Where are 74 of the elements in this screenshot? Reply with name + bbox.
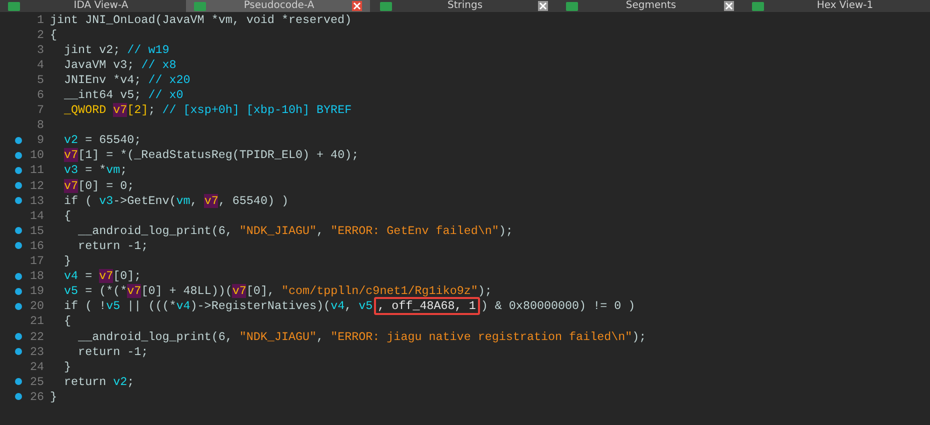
- code-line: {: [49, 28, 58, 42]
- code-line: v4 = v7[0];: [63, 269, 142, 284]
- line-number: 22: [28, 330, 45, 344]
- tab-icon: [752, 2, 764, 10]
- tab-icon: [194, 2, 206, 10]
- breakpoint-dot[interactable]: [15, 227, 22, 234]
- breakpoint-dot[interactable]: [15, 166, 22, 174]
- line-number: 13: [28, 194, 45, 208]
- breakpoint-dot[interactable]: [15, 393, 22, 400]
- line-number: 4: [36, 58, 45, 72]
- line-number: 25: [28, 374, 45, 389]
- line-number: 21: [28, 314, 45, 328]
- code-line: __int64 v5; // x0: [63, 88, 184, 102]
- code-line: }: [63, 360, 72, 374]
- close-icon[interactable]: [724, 1, 734, 11]
- breakpoint-dot[interactable]: [15, 182, 22, 190]
- tab-icon: [566, 2, 578, 10]
- line-number: 20: [28, 299, 45, 314]
- code-line: JavaVM v3; // x8: [63, 58, 176, 72]
- code-line: if ( !v5 || (((*v4)->RegisterNatives)(v4, v5 , off_48A68, 1 ) & 0x80000000) != 0 ): [63, 299, 636, 314]
- line-number: 15: [28, 224, 45, 238]
- code-line: }: [49, 390, 58, 404]
- line-number: 1: [36, 12, 45, 27]
- code-line: jint v2; // w19: [63, 42, 170, 57]
- line-number: 11: [28, 163, 45, 178]
- code-line: jint JNI_OnLoad(JavaVM *vm, void *reserved): [49, 12, 352, 27]
- breakpoint-dot[interactable]: [15, 333, 22, 340]
- tab[interactable]: Pseudocode-A: [186, 0, 370, 12]
- code-line: return v2;: [63, 374, 134, 389]
- breakpoint-dot[interactable]: [15, 378, 22, 386]
- tab-icon: [380, 2, 392, 10]
- line-number: 10: [28, 148, 45, 162]
- line-number: 3: [36, 42, 45, 57]
- tab-icon: [8, 2, 20, 10]
- line-number: 9: [36, 133, 45, 148]
- line-number: 17: [28, 254, 45, 268]
- breakpoint-dot[interactable]: [15, 197, 22, 204]
- code-line: v3 = *vm;: [63, 163, 128, 178]
- code-line: v2 = 65540;: [63, 133, 142, 148]
- code-line: return -1;: [77, 344, 148, 359]
- code-line: return -1;: [77, 238, 148, 253]
- code-line: v7[0] = 0;: [63, 178, 134, 193]
- breakpoint-dot[interactable]: [15, 348, 22, 356]
- code-line: __android_log_print(6, "NDK_JIAGU", "ERROR: jiagu native registration failed\n");: [77, 330, 646, 344]
- code-line: if ( v3->GetEnv(vm, v7, 65540) ): [63, 194, 288, 208]
- line-number: 23: [28, 344, 45, 359]
- breakpoint-dot[interactable]: [15, 136, 22, 144]
- code-line: _QWORD v7[2]; // [xsp+0h] [xbp-10h] BYREF: [63, 103, 352, 118]
- line-number: 18: [28, 269, 45, 284]
- line-number: 16: [28, 238, 45, 253]
- code-line: {: [63, 314, 72, 328]
- line-number: 19: [28, 284, 45, 298]
- code-line: __android_log_print(6, "NDK_JIAGU", "ERROR: GetEnv failed\n");: [77, 224, 513, 238]
- line-number: 14: [28, 208, 45, 223]
- code-line: }: [63, 254, 72, 268]
- line-number: 5: [36, 72, 45, 87]
- code-line: v7[1] = *(_ReadStatusReg(TPIDR_EL0) + 40);: [63, 148, 359, 162]
- breakpoint-dot[interactable]: [15, 242, 22, 250]
- code-line: v5 = (*(*v7[0] + 48LL))(v7[0], "com/tpplln/c9net1/Rg1iko9z");: [63, 284, 492, 298]
- code-line: {: [63, 208, 72, 223]
- line-number: 8: [36, 118, 45, 132]
- breakpoint-dot[interactable]: [15, 152, 22, 159]
- line-number: 2: [36, 28, 45, 42]
- line-number: 24: [28, 360, 45, 374]
- line-number: 12: [28, 178, 45, 193]
- line-number: 7: [36, 103, 45, 118]
- breakpoint-dot[interactable]: [15, 272, 22, 280]
- breakpoint-dot[interactable]: [15, 302, 22, 310]
- close-icon[interactable]: [538, 1, 548, 11]
- line-number: 26: [28, 390, 45, 404]
- close-icon[interactable]: [352, 1, 362, 11]
- code-line: JNIEnv *v4; // x20: [63, 72, 190, 87]
- breakpoint-dot[interactable]: [15, 288, 22, 295]
- line-number: 6: [36, 88, 45, 102]
